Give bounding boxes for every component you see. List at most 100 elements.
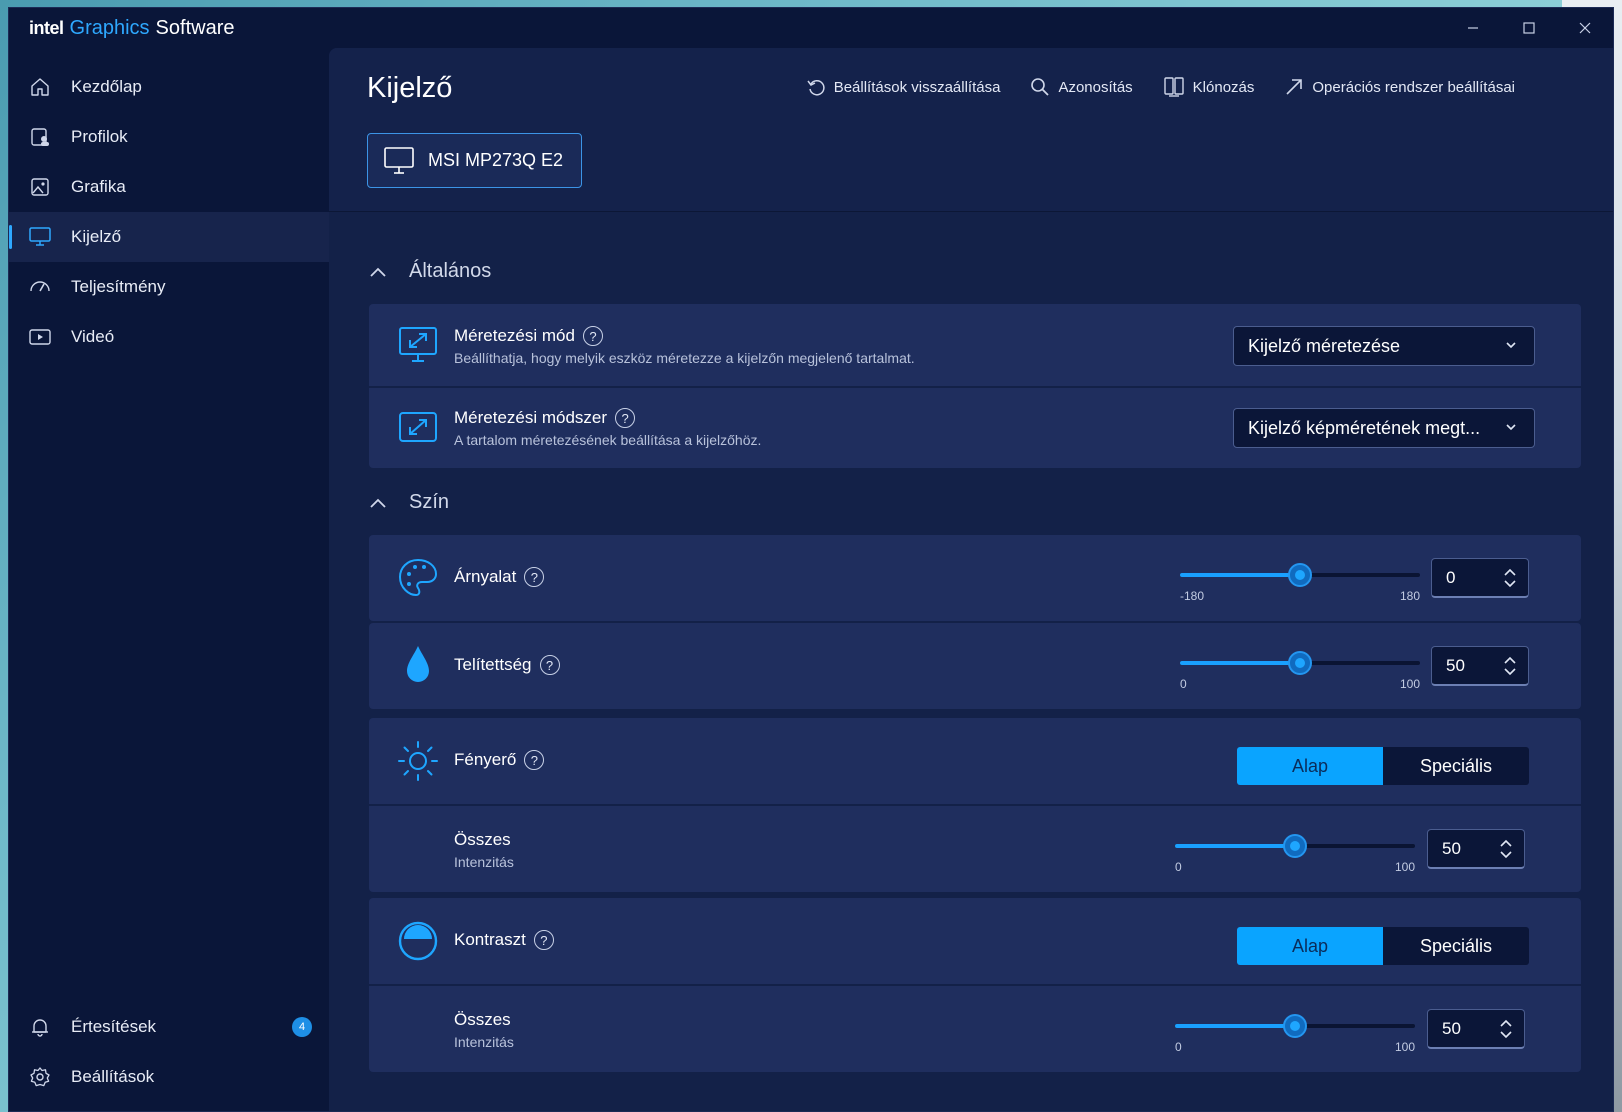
sidebar-item-label: Kezdőlap [71, 77, 142, 96]
brightness-advanced-option[interactable]: Speciális [1383, 747, 1529, 785]
slider-max-label: 100 [1399, 677, 1420, 691]
slider-thumb[interactable] [1283, 1014, 1307, 1038]
scaling-icon [397, 324, 439, 366]
slider-min-label: 0 [1175, 1040, 1182, 1054]
slider-fill [1175, 1024, 1295, 1028]
brightness-basic-option[interactable]: Alap [1237, 747, 1383, 785]
scaling-mode-desc: Beállíthatja, hogy melyik eszköz méretez… [454, 350, 915, 366]
help-icon[interactable]: ? [524, 567, 545, 587]
slider-thumb[interactable] [1288, 651, 1312, 675]
profiles-icon [29, 126, 51, 148]
saturation-title-wrap: Telítettség ? [454, 655, 560, 675]
chevron-up-icon [370, 498, 386, 508]
section-color-toggle[interactable]: Szín [369, 491, 449, 514]
maximize-button[interactable] [1501, 8, 1557, 48]
sidebar-item-profiles[interactable]: Profilok [9, 112, 329, 162]
brightness-row: Fényerő ? Alap Speciális [369, 718, 1581, 804]
contrast-row: Kontraszt ? Alap Speciális [369, 898, 1581, 984]
sidebar-item-label: Grafika [71, 177, 126, 196]
clone-label: Klónozás [1192, 78, 1255, 96]
sidebar-item-graphics[interactable]: Grafika [9, 162, 329, 212]
gear-icon [29, 1066, 51, 1088]
sidebar-item-label: Beállítások [71, 1067, 155, 1086]
sidebar-item-label: Teljesítmény [71, 277, 166, 296]
hue-title: Árnyalat [454, 567, 517, 586]
slider-min-label: 0 [1175, 860, 1182, 874]
hue-card: Árnyalat ? -180 180 0 [369, 535, 1581, 621]
slider-thumb[interactable] [1288, 563, 1312, 587]
monitor-icon [384, 146, 414, 174]
brightness-title: Fényerő [454, 750, 517, 769]
help-icon[interactable]: ? [582, 326, 603, 346]
contrast-slider[interactable]: 0 100 [1175, 1006, 1415, 1054]
scaling-mode-row: Méretezési mód ? Beállíthatja, hogy mely… [369, 304, 1581, 386]
section-general-toggle[interactable]: Általános [369, 260, 491, 283]
minimize-button[interactable] [1445, 8, 1501, 48]
monitor-icon [29, 226, 51, 248]
sidebar-item-settings[interactable]: Beállítások [9, 1052, 329, 1102]
scaling-method-value: Kijelző képméretének megt... [1248, 417, 1481, 438]
app-brand: intel Graphics Software [29, 17, 234, 40]
identify-label: Azonosítás [1058, 78, 1133, 96]
sidebar-item-video[interactable]: Videó [9, 312, 329, 362]
contrast-icon [397, 920, 439, 962]
sidebar-item-notifications[interactable]: Értesítések 4 [9, 1002, 329, 1052]
sidebar-item-performance[interactable]: Teljesítmény [9, 262, 329, 312]
saturation-card: Telítettség ? 0 100 50 [369, 623, 1581, 709]
sidebar-item-home[interactable]: Kezdőlap [9, 62, 329, 112]
sidebar-item-display[interactable]: Kijelző [9, 212, 329, 262]
chevron-up-icon [370, 267, 386, 277]
chevron-down-icon [1506, 342, 1516, 349]
scaling-mode-dropdown[interactable]: Kijelző méretezése [1233, 326, 1535, 366]
drop-icon [397, 643, 439, 685]
stepper-arrows-icon[interactable] [1502, 653, 1518, 679]
contrast-basic-option[interactable]: Alap [1237, 927, 1383, 965]
brightness-slider[interactable]: 0 100 [1175, 826, 1415, 874]
maximize-icon [1523, 22, 1535, 34]
clone-button[interactable]: Klónozás [1163, 76, 1255, 98]
stepper-arrows-icon[interactable] [1498, 836, 1514, 862]
monitor-name: MSI MP273Q E2 [428, 150, 564, 170]
contrast-mode-toggle: Alap Speciális [1237, 927, 1529, 965]
palette-icon [397, 557, 439, 599]
saturation-value: 50 [1446, 655, 1465, 675]
contrast-all-row: Összes Intenzitás 0 100 50 [369, 986, 1581, 1072]
help-icon[interactable]: ? [615, 408, 636, 428]
hue-slider[interactable]: -180 180 [1180, 555, 1420, 603]
notification-badge: 4 [292, 1017, 312, 1037]
undo-icon [807, 80, 825, 96]
os-settings-button[interactable]: Operációs rendszer beállításai [1284, 76, 1515, 98]
contrast-value-input[interactable]: 50 [1427, 1009, 1525, 1049]
slider-min-label: 0 [1180, 677, 1187, 691]
scaling-method-title: Méretezési módszer [454, 408, 608, 427]
brand-graphics: Graphics [69, 16, 150, 39]
stepper-arrows-icon[interactable] [1498, 1016, 1514, 1042]
sun-icon [397, 740, 439, 782]
section-color-title: Szín [409, 491, 450, 513]
saturation-slider[interactable]: 0 100 [1180, 643, 1420, 691]
brand-software: Software [155, 16, 235, 39]
sidebar: Kezdőlap Profilok Grafika Kijelző Teljes… [9, 52, 329, 1111]
hue-title-wrap: Árnyalat ? [454, 567, 545, 587]
stepper-arrows-icon[interactable] [1502, 565, 1518, 591]
reset-settings-button[interactable]: Beállítások visszaállítása [806, 76, 1000, 98]
slider-fill [1175, 844, 1295, 848]
window-controls [1445, 8, 1613, 48]
hue-value-input[interactable]: 0 [1431, 558, 1529, 598]
brightness-value-input[interactable]: 50 [1427, 829, 1525, 869]
os-settings-label: Operációs rendszer beállításai [1312, 78, 1515, 96]
minimize-icon [1468, 27, 1478, 29]
help-icon[interactable]: ? [533, 930, 554, 950]
scaling-mode-title: Méretezési mód [454, 326, 575, 345]
brightness-all-desc: Intenzitás [454, 854, 514, 870]
help-icon[interactable]: ? [539, 655, 560, 675]
scaling-method-dropdown[interactable]: Kijelző képméretének megt... [1233, 408, 1535, 448]
saturation-value-input[interactable]: 50 [1431, 646, 1529, 686]
contrast-advanced-option[interactable]: Speciális [1383, 927, 1529, 965]
close-button[interactable] [1557, 8, 1613, 48]
slider-thumb[interactable] [1283, 834, 1307, 858]
monitor-selector-button[interactable]: MSI MP273Q E2 [367, 133, 582, 188]
page-header: Kijelző Beállítások visszaállítása Azono… [329, 48, 1613, 212]
help-icon[interactable]: ? [524, 750, 545, 770]
identify-button[interactable]: Azonosítás [1030, 76, 1133, 98]
